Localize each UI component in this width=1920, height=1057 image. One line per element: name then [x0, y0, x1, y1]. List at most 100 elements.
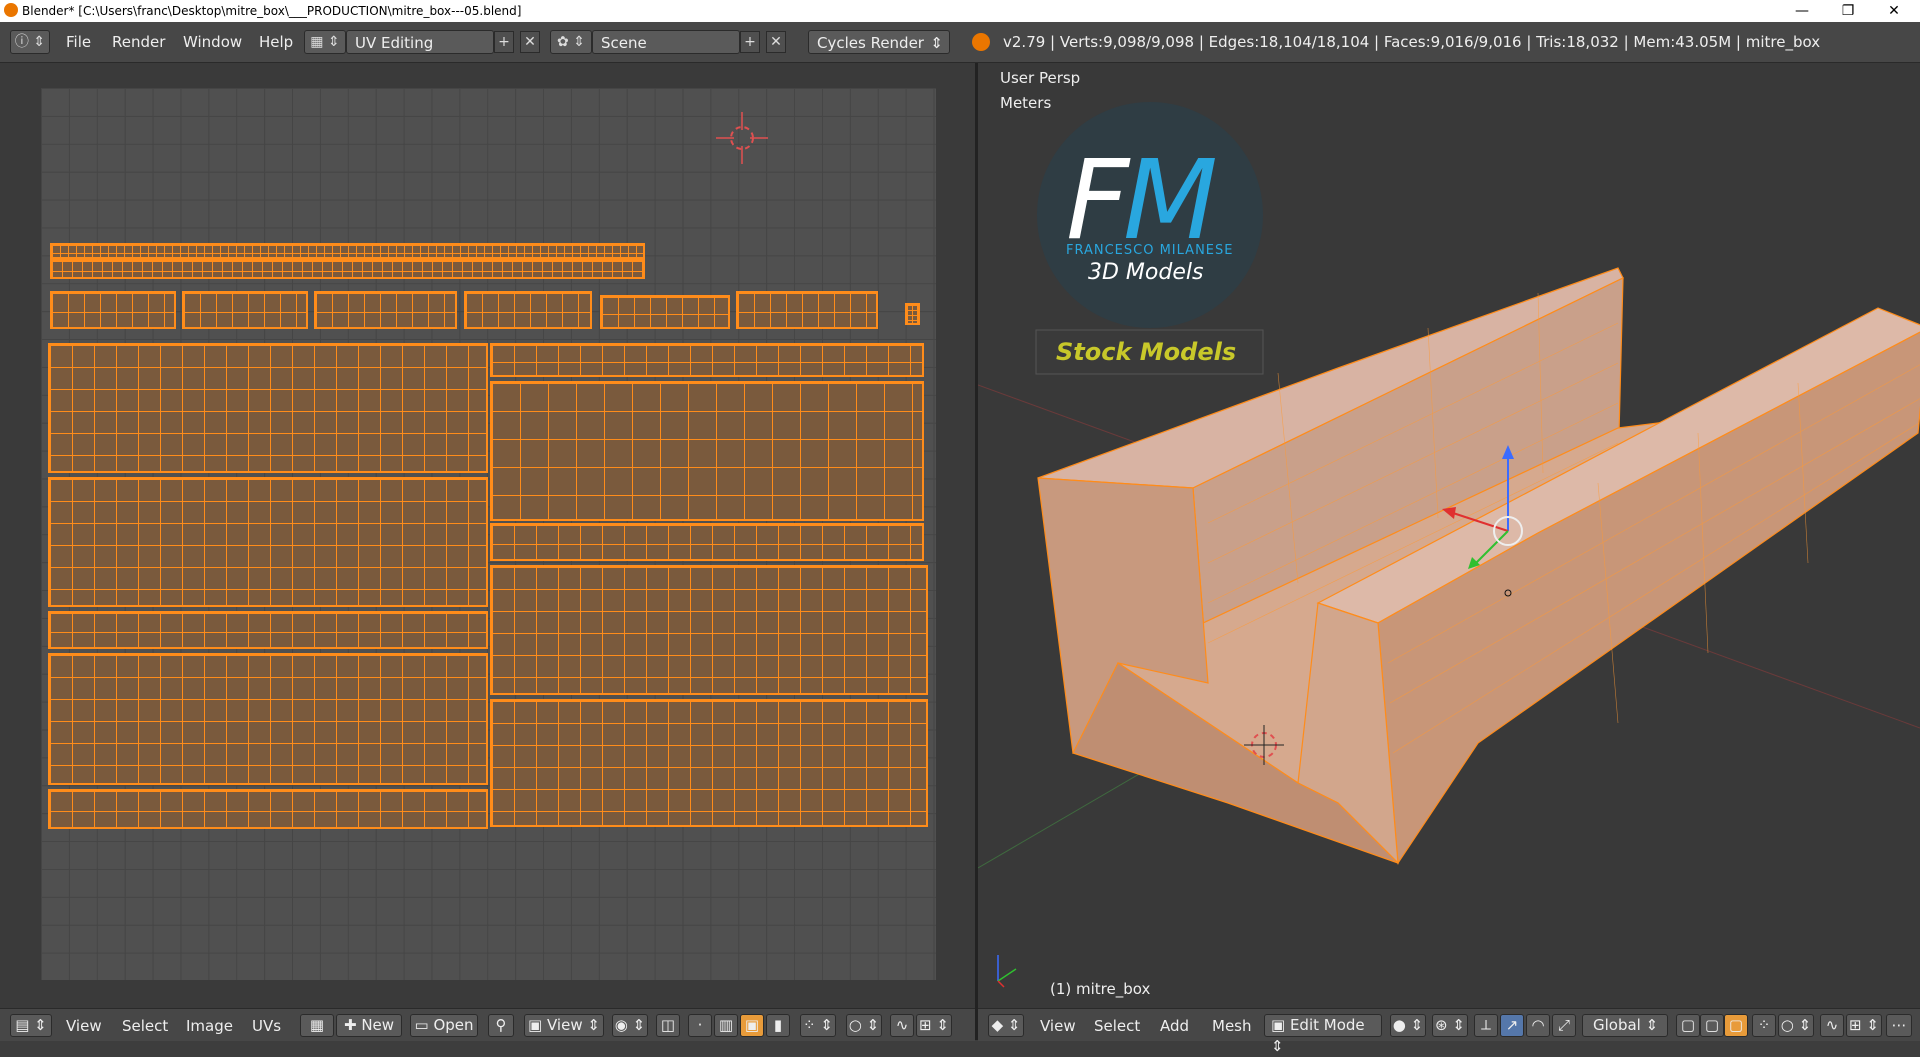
screen-layout-icon[interactable]: ▦ ⇕: [304, 30, 346, 54]
vertex-select-mode-icon[interactable]: ⁘: [1752, 1014, 1776, 1037]
scene-statistics: v2.79 | Verts:9,098/9,098 | Edges:18,104…: [1003, 33, 1821, 51]
island-select-icon[interactable]: ▮: [766, 1014, 790, 1037]
scene-field[interactable]: Scene: [592, 30, 740, 54]
scene-icon[interactable]: ✿ ⇕: [550, 30, 592, 54]
menu-help[interactable]: Help: [259, 33, 293, 51]
orientation-label: Global: [1593, 1016, 1641, 1034]
edge-select-icon[interactable]: ▥: [714, 1014, 738, 1037]
editor-type-3d-icon[interactable]: ◆ ⇕: [988, 1014, 1024, 1037]
delete-scene-button[interactable]: ✕: [766, 31, 786, 53]
interaction-mode-label: Edit Mode: [1289, 1016, 1365, 1034]
object-info-label: (1) mitre_box: [1050, 980, 1151, 998]
menu-render[interactable]: Render: [112, 33, 165, 51]
manipulator-toggle-icon[interactable]: ⟂: [1474, 1014, 1498, 1037]
proportional-edit-icon[interactable]: ○ ⇕: [846, 1014, 882, 1037]
uv-menu-view[interactable]: View: [66, 1017, 102, 1035]
uv-island[interactable]: [905, 303, 920, 325]
sticky-selection-icon[interactable]: ⁘ ⇕: [800, 1014, 836, 1037]
uv-island[interactable]: [464, 291, 592, 329]
image-icon: ▣: [528, 1016, 547, 1034]
uv-island[interactable]: [48, 343, 488, 473]
2d-cursor-icon: [716, 112, 768, 164]
logo-brand: FRANCESCO MILANESE: [1066, 243, 1233, 258]
screen-layout-field[interactable]: UV Editing: [346, 30, 494, 54]
close-window-button[interactable]: ✕: [1872, 0, 1916, 22]
uv-island[interactable]: [48, 789, 488, 829]
uv-editor-header: ▤ ⇕ View Select Image UVs ▦ ✚ New ▭ Open…: [0, 1008, 975, 1041]
pivot-point-icon[interactable]: ⊛ ⇕: [1432, 1014, 1468, 1037]
layer-icon[interactable]: ▢: [1676, 1014, 1700, 1037]
scale-manipulator-icon[interactable]: ⤢: [1552, 1014, 1576, 1037]
menu-file[interactable]: File: [66, 33, 91, 51]
face-select-icon[interactable]: ▣: [740, 1014, 764, 1037]
viewport-shading-icon[interactable]: ● ⇕: [1390, 1014, 1426, 1037]
uv-menu-image[interactable]: Image: [186, 1017, 233, 1035]
folder-icon: ▭: [414, 1016, 434, 1034]
uv-island[interactable]: [490, 699, 928, 827]
layer-icon[interactable]: ▢: [1724, 1014, 1748, 1037]
new-image-button[interactable]: ✚ New: [336, 1014, 402, 1037]
window-title: Blender* [C:\Users\franc\Desktop\mitre_b…: [22, 4, 522, 18]
viewport-scene: F M FRANCESCO MILANESE 3D Models Stock M…: [978, 102, 1920, 988]
pivot-icon[interactable]: ◉ ⇕: [612, 1014, 648, 1037]
3d-view-header: ◆ ⇕ View Select Add Mesh ▣ Edit Mode ⇕ ●…: [978, 1008, 1920, 1055]
render-engine-select[interactable]: Cycles Render ⇕: [808, 30, 950, 54]
view3d-menu-mesh[interactable]: Mesh: [1212, 1017, 1252, 1035]
uv-island[interactable]: [314, 291, 457, 329]
interaction-mode-select[interactable]: ▣ Edit Mode ⇕: [1264, 1014, 1382, 1055]
uv-view-mode-select[interactable]: ▣ View ⇕: [524, 1014, 604, 1037]
add-layout-button[interactable]: +: [494, 31, 514, 53]
view3d-menu-select[interactable]: Select: [1094, 1017, 1140, 1035]
logo-badge: Stock Models: [1056, 338, 1236, 366]
uv-menu-uvs[interactable]: UVs: [252, 1017, 281, 1035]
logo-tagline: 3D Models: [1088, 260, 1203, 285]
blender-logo-icon: [4, 3, 18, 17]
menu-window[interactable]: Window: [183, 33, 242, 51]
uv-island[interactable]: [182, 291, 308, 329]
3d-viewport[interactable]: User Persp Meters F M FRANCESCO MILANESE…: [978, 63, 1920, 1008]
pin-icon[interactable]: ⚲: [488, 1014, 514, 1037]
snap-icon[interactable]: ∿: [1820, 1014, 1844, 1037]
snap-element-icon[interactable]: ⊞ ⇕: [916, 1014, 952, 1037]
sync-selection-icon[interactable]: ◫: [656, 1014, 680, 1037]
uv-island[interactable]: [490, 343, 924, 377]
translate-manipulator-icon[interactable]: ↗: [1500, 1014, 1524, 1037]
uv-island[interactable]: [50, 291, 176, 329]
uv-island[interactable]: [490, 381, 924, 521]
add-scene-button[interactable]: +: [740, 31, 760, 53]
uv-island[interactable]: [50, 259, 645, 279]
vertex-select-icon[interactable]: ·: [688, 1014, 712, 1037]
blender-logo-icon: [972, 33, 990, 51]
uv-island[interactable]: [48, 477, 488, 607]
uv-island[interactable]: [490, 565, 928, 695]
uv-island[interactable]: [48, 611, 488, 649]
uv-island[interactable]: [490, 523, 924, 561]
uv-island[interactable]: [48, 653, 488, 785]
view3d-menu-add[interactable]: Add: [1160, 1017, 1189, 1035]
rotate-manipulator-icon[interactable]: ◠: [1526, 1014, 1550, 1037]
uv-menu-select[interactable]: Select: [122, 1017, 168, 1035]
layer-icon[interactable]: ▢: [1700, 1014, 1724, 1037]
uv-island[interactable]: [736, 291, 878, 329]
open-image-label: Open: [433, 1016, 474, 1034]
snap-element-icon[interactable]: ⊞ ⇕: [1846, 1014, 1882, 1037]
open-image-button[interactable]: ▭ Open: [410, 1014, 478, 1037]
view-axes-icon: [997, 955, 1017, 988]
uv-editor[interactable]: [0, 63, 976, 1008]
info-header: ⓘ ⇕ File Render Window Help ▦ ⇕ UV Editi…: [0, 22, 1920, 63]
uv-island[interactable]: [50, 243, 645, 259]
image-browse-icon[interactable]: ▦: [300, 1014, 334, 1037]
chevron-updown-icon: ⇕: [930, 34, 943, 52]
view3d-menu-view[interactable]: View: [1040, 1017, 1076, 1035]
maximize-button[interactable]: ❐: [1826, 0, 1870, 22]
plus-icon: ✚: [343, 1016, 362, 1034]
snap-icon[interactable]: ∿: [890, 1014, 914, 1037]
uv-island[interactable]: [600, 295, 730, 329]
editor-type-uv-icon[interactable]: ▤ ⇕: [10, 1014, 52, 1037]
snap-target-icon[interactable]: ⋯: [1886, 1014, 1912, 1037]
delete-layout-button[interactable]: ✕: [520, 31, 540, 53]
transform-orientation-select[interactable]: Global ⇕: [1582, 1014, 1668, 1037]
proportional-edit-icon[interactable]: ○ ⇕: [1778, 1014, 1814, 1037]
editor-type-info-icon[interactable]: ⓘ ⇕: [10, 30, 50, 54]
minimize-button[interactable]: —: [1780, 0, 1824, 22]
